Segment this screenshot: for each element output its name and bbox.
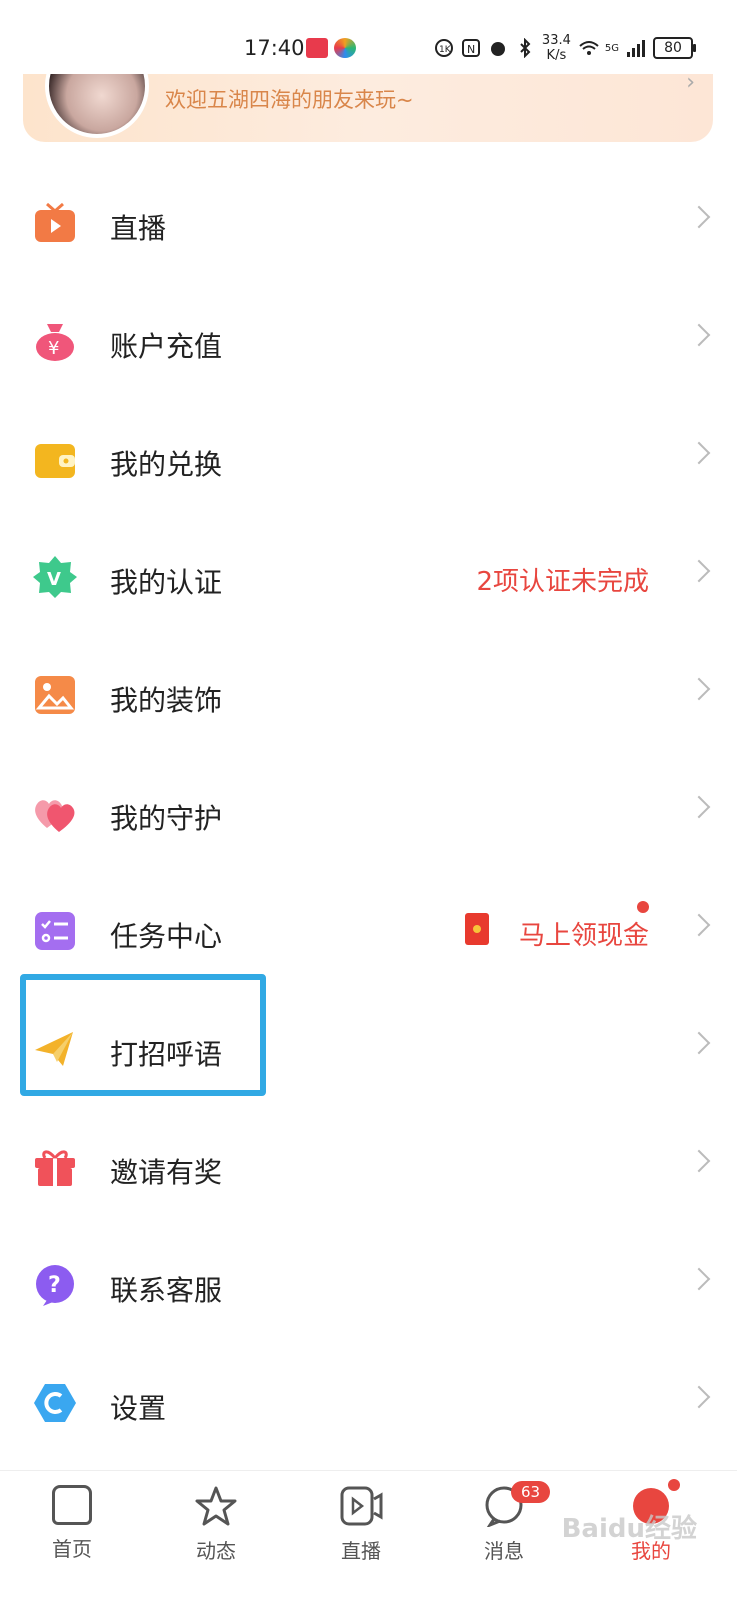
hearts-icon — [33, 792, 77, 834]
chevron-right-icon — [687, 441, 711, 465]
menu-item-label: 账户充值 — [110, 330, 223, 363]
wallet-icon — [33, 438, 77, 480]
menu-item-label: 我的守护 — [110, 802, 223, 835]
red-packet-icon — [465, 913, 489, 945]
tab-moments[interactable]: 动态 — [171, 1485, 261, 1564]
chevron-right-icon — [687, 323, 711, 347]
menu-item-label: 我的兑换 — [110, 448, 223, 481]
tab-home[interactable]: 首页 — [27, 1485, 117, 1562]
task-reward-text: 马上领现金 — [518, 921, 649, 951]
menu-item-label: 我的认证 — [110, 566, 223, 599]
task-list-icon — [33, 910, 77, 952]
highlight-box — [20, 974, 266, 1096]
wifi-icon — [578, 38, 599, 58]
svg-text:1K: 1K — [439, 45, 452, 55]
picture-icon — [33, 674, 77, 716]
status-icons: 1K N 33.4 K/s 5G 80 — [434, 33, 696, 63]
app-notification-icon-2 — [334, 38, 356, 58]
menu-item-label: 设置 — [110, 1392, 167, 1425]
chevron-right-icon — [687, 1385, 711, 1409]
menu-item-label: 邀请有奖 — [110, 1156, 223, 1189]
svg-text:N: N — [467, 43, 475, 56]
profile-card[interactable]: 欢迎五湖四海的朋友来玩~ › — [23, 74, 713, 142]
tab-label: 首页 — [52, 1537, 92, 1561]
menu-item-label: 我的装饰 — [110, 684, 223, 717]
menu-item-label: 直播 — [110, 212, 167, 245]
settings-hexagon-icon — [33, 1382, 77, 1424]
menu-item-live[interactable]: 直播 — [0, 165, 737, 283]
bluetooth-icon — [515, 37, 535, 59]
chevron-right-icon — [687, 913, 711, 937]
chevron-right-icon: › — [686, 74, 695, 95]
menu-item-label: 联系客服 — [110, 1274, 223, 1307]
menu-item-invite[interactable]: 邀请有奖 — [0, 1109, 737, 1227]
watermark: Baidu经验 — [561, 1514, 697, 1544]
notification-dot — [637, 901, 649, 913]
signal-label: 5G — [604, 42, 619, 54]
home-icon — [52, 1485, 92, 1525]
battery-indicator: 80 — [653, 37, 696, 59]
star-icon — [194, 1485, 238, 1527]
tv-icon — [33, 202, 77, 244]
tab-live[interactable]: 直播 — [316, 1485, 406, 1564]
status-time: 17:40 — [244, 36, 305, 60]
tab-label: 直播 — [341, 1539, 381, 1563]
menu-item-recharge[interactable]: ¥ 账户充值 — [0, 283, 737, 401]
data-saver-icon: 1K — [434, 38, 454, 58]
cell-signal-icon — [626, 38, 646, 58]
tab-messages[interactable]: 63 消息 — [459, 1481, 551, 1564]
chevron-right-icon — [687, 677, 711, 701]
svg-text:V: V — [47, 569, 61, 590]
nfc-icon: N — [461, 38, 481, 58]
tab-label: 消息 — [484, 1539, 524, 1563]
menu-item-settings[interactable]: 设置 — [0, 1345, 737, 1463]
chevron-right-icon — [687, 1149, 711, 1173]
chevron-right-icon — [687, 205, 711, 229]
money-bag-icon: ¥ — [33, 320, 77, 362]
chevron-right-icon — [687, 1031, 711, 1055]
gift-icon — [33, 1146, 77, 1188]
menu-item-customer-service[interactable]: ? 联系客服 — [0, 1227, 737, 1345]
menu-item-label: 任务中心 — [110, 920, 223, 953]
avatar[interactable] — [45, 74, 149, 138]
menu-item-verification[interactable]: V 我的认证 2项认证未完成 — [0, 519, 737, 637]
alarm-icon — [488, 38, 508, 58]
chevron-right-icon — [687, 559, 711, 583]
question-icon: ? — [33, 1264, 77, 1306]
app-notification-icon — [306, 38, 328, 58]
status-bar: 17:40 1K N 33.4 K/s 5G 80 — [0, 0, 737, 74]
chevron-right-icon — [687, 1267, 711, 1291]
notification-dot — [668, 1479, 680, 1491]
network-speed: 33.4 K/s — [541, 33, 571, 63]
menu-list: 直播 ¥ 账户充值 我的兑换 V 我的认证 2项认证未完成 我的装饰 我的守护 … — [0, 165, 737, 1463]
tab-label: 动态 — [196, 1539, 236, 1563]
svg-text:¥: ¥ — [48, 338, 59, 359]
verified-v-icon: V — [33, 556, 77, 598]
menu-item-exchange[interactable]: 我的兑换 — [0, 401, 737, 519]
menu-item-guardian[interactable]: 我的守护 — [0, 755, 737, 873]
svg-text:?: ? — [48, 1273, 61, 1298]
verification-status: 2项认证未完成 — [476, 567, 649, 597]
message-count-badge: 63 — [511, 1481, 551, 1503]
welcome-text: 欢迎五湖四海的朋友来玩~ — [165, 88, 414, 112]
menu-item-decoration[interactable]: 我的装饰 — [0, 637, 737, 755]
chevron-right-icon — [687, 795, 711, 819]
live-video-icon — [339, 1485, 383, 1527]
